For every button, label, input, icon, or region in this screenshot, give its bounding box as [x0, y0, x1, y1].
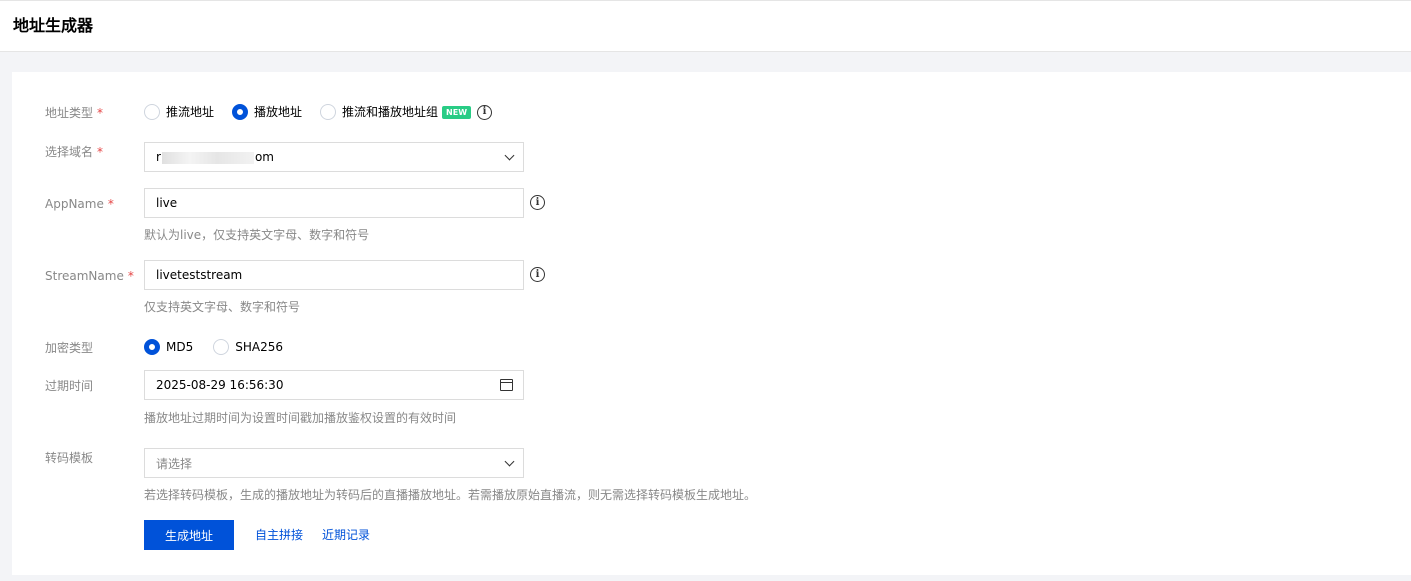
radio-circle — [213, 339, 230, 355]
page-header: 地址生成器 — [0, 0, 1411, 52]
radio-play-address[interactable]: 播放地址 — [232, 104, 302, 120]
transcode-hint: 若选择转码模板，生成的播放地址为转码后的直播播放地址。若需播放原始直播流，则无需… — [144, 488, 757, 502]
calendar-icon[interactable] — [500, 379, 513, 391]
transcode-label: 转码模板 — [45, 451, 94, 465]
custom-compose-link[interactable]: 自主拼接 — [255, 527, 303, 543]
domain-row: 选择域名 * r om — [12, 142, 1411, 172]
generate-address-button[interactable]: 生成地址 — [144, 520, 234, 550]
chevron-down-icon — [504, 456, 515, 466]
info-icon[interactable]: i — [530, 267, 545, 282]
new-badge: NEW — [442, 105, 472, 119]
radio-sha256[interactable]: SHA256 — [213, 339, 283, 355]
encryption-row: 加密类型 MD5 SHA256 — [12, 338, 1411, 358]
stream-name-hint: 仅支持英文字母、数字和符号 — [144, 300, 301, 314]
info-icon[interactable]: i — [530, 195, 545, 210]
expiry-hint: 播放地址过期时间为设置时间戳加播放鉴权设置的有效时间 — [144, 411, 457, 425]
stream-name-input[interactable]: liveteststream — [144, 260, 524, 290]
radio-push-play-group[interactable]: 推流和播放地址组 NEW — [320, 104, 472, 120]
encryption-radio-group: MD5 SHA256 — [144, 339, 301, 355]
radio-circle-checked — [232, 104, 249, 120]
transcode-select[interactable]: 请选择 — [144, 448, 524, 478]
address-type-radio-group: 推流地址 播放地址 推流和播放地址组 NEW i — [144, 104, 493, 120]
stream-name-label: StreamName * — [45, 269, 134, 283]
transcode-row: 转码模板 请选择 若选择转码模板，生成的播放地址为转码后的直播播放地址。若需播放… — [12, 448, 1411, 508]
expiry-row: 过期时间 2025-08-29 16:56:30 播放地址过期时间为设置时间戳加… — [12, 370, 1411, 430]
app-name-hint: 默认为live，仅支持英文字母、数字和符号 — [144, 228, 370, 242]
form-card: 地址类型 * 推流地址 播放地址 推流和播放地址组 NEW i 选择域名 * r om — [12, 72, 1411, 575]
radio-circle — [320, 104, 337, 120]
info-icon[interactable]: i — [477, 104, 493, 120]
expiry-label: 过期时间 — [45, 379, 94, 393]
radio-md5[interactable]: MD5 — [144, 339, 193, 355]
radio-circle-checked — [144, 339, 160, 355]
domain-value: r om — [156, 150, 274, 164]
radio-push-address[interactable]: 推流地址 — [144, 104, 214, 120]
address-type-label: 地址类型 * — [45, 106, 104, 120]
stream-name-row: StreamName * liveteststream i 仅支持英文字母、数字和… — [12, 260, 1411, 320]
app-name-row: AppName * live i 默认为live，仅支持英文字母、数字和符号 — [12, 188, 1411, 248]
chevron-down-icon — [504, 150, 515, 160]
app-name-input[interactable]: live — [144, 188, 524, 218]
redacted-text — [161, 151, 254, 164]
expiry-datetime-input[interactable]: 2025-08-29 16:56:30 — [144, 370, 524, 400]
domain-label: 选择域名 * — [45, 145, 104, 159]
domain-select[interactable]: r om — [144, 142, 524, 172]
radio-circle — [144, 104, 160, 120]
encryption-label: 加密类型 — [45, 341, 94, 355]
address-type-row: 地址类型 * 推流地址 播放地址 推流和播放地址组 NEW i — [12, 103, 1411, 123]
app-name-label: AppName * — [45, 197, 114, 211]
page-title: 地址生成器 — [13, 16, 94, 35]
recent-records-link[interactable]: 近期记录 — [322, 527, 370, 543]
